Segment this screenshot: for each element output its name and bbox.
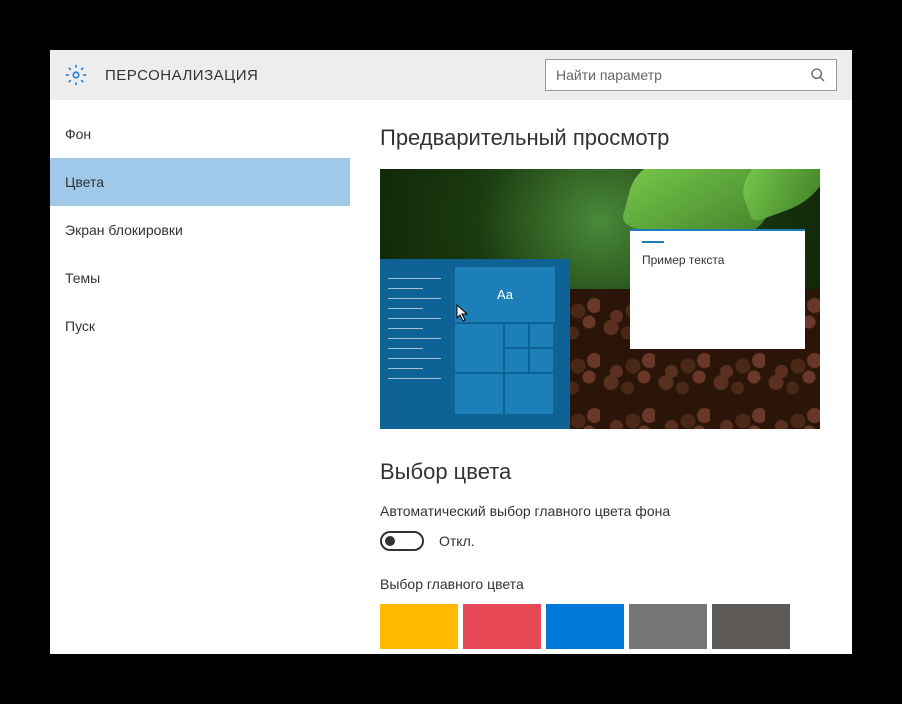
gear-icon (65, 64, 87, 86)
preview-title: Предварительный просмотр (380, 125, 822, 151)
preview-sample-window: Пример текста (630, 229, 805, 349)
cursor-icon (456, 304, 470, 324)
preview-tile (505, 349, 528, 372)
preview-tile (455, 324, 503, 372)
preview-tile (455, 374, 503, 414)
color-swatch[interactable] (380, 604, 458, 649)
sidebar-item-label: Цвета (65, 174, 104, 190)
header-bar: ПЕРСОНАЛИЗАЦИЯ (50, 50, 852, 100)
color-swatch[interactable] (712, 604, 790, 649)
auto-color-label: Автоматический выбор главного цвета фона (380, 503, 822, 519)
accent-color-label: Выбор главного цвета (380, 576, 822, 592)
sidebar-item-themes[interactable]: Темы (50, 254, 350, 302)
color-swatch-row (380, 604, 822, 649)
preview-tile (505, 324, 528, 347)
search-input[interactable] (556, 67, 810, 83)
auto-color-toggle[interactable] (380, 531, 424, 551)
toggle-row: Откл. (380, 531, 822, 551)
sidebar-item-lockscreen[interactable]: Экран блокировки (50, 206, 350, 254)
sidebar-item-label: Пуск (65, 318, 95, 334)
preview-start-list (380, 259, 455, 429)
preview-start-menu: Aa (380, 259, 570, 429)
sidebar-item-background[interactable]: Фон (50, 110, 350, 158)
sidebar: Фон Цвета Экран блокировки Темы Пуск (50, 100, 350, 654)
sidebar-item-label: Экран блокировки (65, 222, 183, 238)
content-area: Предварительный просмотр Aa (350, 100, 852, 654)
body: Фон Цвета Экран блокировки Темы Пуск Пре… (50, 100, 852, 654)
sidebar-item-label: Темы (65, 270, 100, 286)
color-section-title: Выбор цвета (380, 459, 822, 485)
sidebar-item-start[interactable]: Пуск (50, 302, 350, 350)
sidebar-item-label: Фон (65, 126, 91, 142)
color-swatch[interactable] (463, 604, 541, 649)
header-title: ПЕРСОНАЛИЗАЦИЯ (105, 67, 527, 84)
sidebar-item-colors[interactable]: Цвета (50, 158, 350, 206)
color-swatch[interactable] (629, 604, 707, 649)
preview-tile (505, 374, 553, 414)
toggle-knob (385, 536, 395, 546)
color-swatch[interactable] (546, 604, 624, 649)
preview-tile (530, 349, 553, 372)
toggle-state-label: Откл. (439, 533, 475, 549)
preview-panel: Aa (380, 169, 820, 429)
sample-window-text: Пример текста (642, 253, 793, 267)
preview-start-tiles: Aa (455, 259, 570, 429)
settings-window: ПЕРСОНАЛИЗАЦИЯ Фон Цвета Экран блокировк… (50, 50, 852, 654)
preview-tile (530, 324, 553, 347)
search-icon (810, 67, 826, 83)
preview-tile: Aa (455, 267, 555, 322)
search-box[interactable] (545, 59, 837, 91)
